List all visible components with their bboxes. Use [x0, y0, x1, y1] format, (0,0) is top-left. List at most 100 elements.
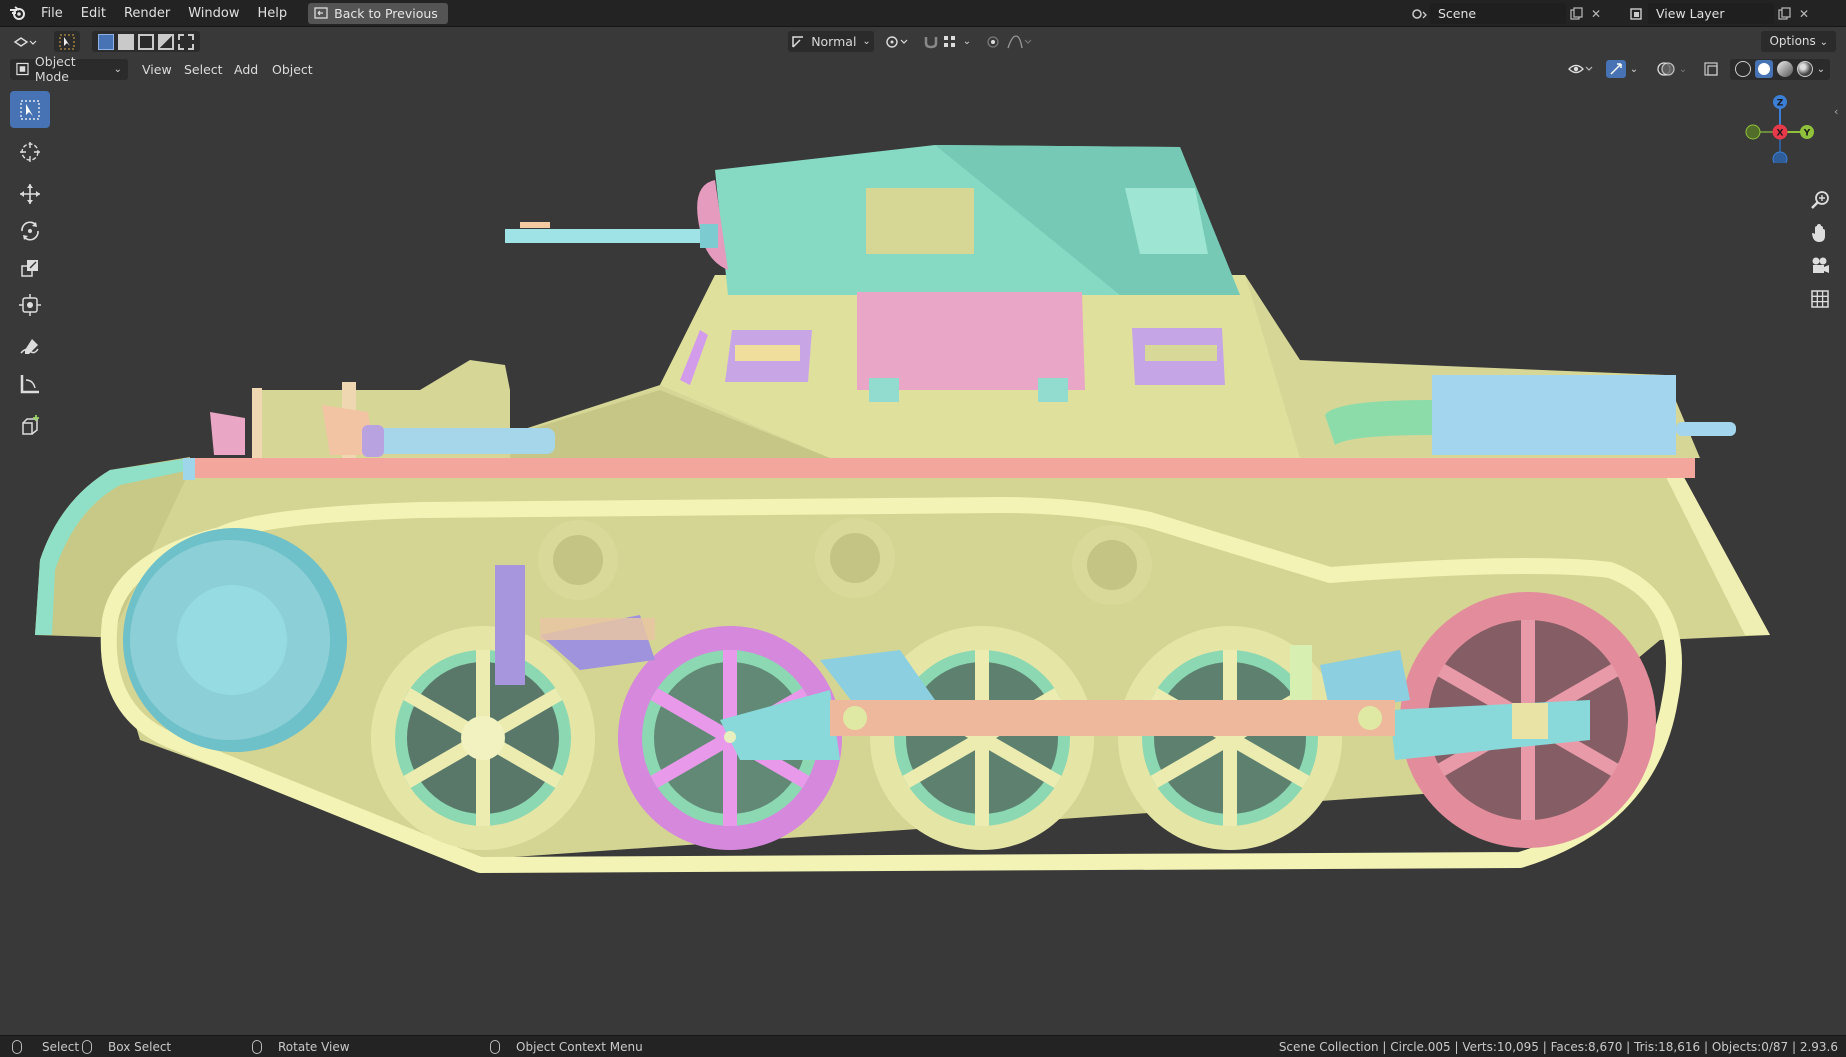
header-menu-view[interactable]: View [136, 59, 178, 80]
top-menu-bar: File Edit Render Window Help Back to Pre… [0, 0, 1846, 27]
header-menu-add[interactable]: Add [228, 59, 264, 80]
rotate-icon [21, 220, 39, 241]
view-layer-field[interactable]: View Layer [1648, 3, 1774, 24]
transform-icon [19, 293, 41, 316]
solid-shading-icon[interactable] [1754, 60, 1773, 78]
tool-rotate[interactable] [10, 212, 50, 249]
tool-add-cube[interactable] [10, 407, 50, 444]
overlays-toggle-group[interactable]: ⌄ [1652, 59, 1692, 80]
menu-file[interactable]: File [32, 0, 72, 27]
tool-move[interactable] [10, 175, 50, 212]
mouse-middle-icon [252, 1040, 262, 1054]
status-select: Select [12, 1036, 79, 1057]
status-box-select: Box Select [82, 1036, 171, 1057]
falloff-dropdown[interactable] [1004, 31, 1034, 52]
tool-select-box[interactable] [10, 91, 50, 128]
editor-type-icon [13, 36, 37, 47]
gizmo-x-label: X [1777, 129, 1784, 139]
proportional-edit-icon [987, 35, 999, 48]
pan-view-button[interactable] [1808, 221, 1832, 245]
overlays-icon[interactable] [1657, 61, 1675, 77]
mouse-drag-icon [82, 1040, 92, 1054]
select-mode-tweak-button[interactable] [54, 31, 80, 52]
mouse-left-icon [12, 1040, 22, 1054]
menu-edit[interactable]: Edit [72, 0, 115, 27]
scene-copy-icon[interactable] [1566, 3, 1586, 24]
back-to-previous-button[interactable]: Back to Previous [308, 2, 448, 24]
view-layer-copy-icon[interactable] [1774, 3, 1794, 24]
tool-transform[interactable] [10, 286, 50, 323]
scene-name-field[interactable]: Scene [1430, 3, 1566, 24]
grid-icon [1811, 290, 1829, 308]
status-select-label: Select [42, 1040, 80, 1054]
blender-logo-icon[interactable] [4, 0, 32, 27]
options-chevron-icon: ⌄ [1819, 37, 1828, 48]
wireframe-shading-icon[interactable] [1734, 61, 1751, 77]
3d-viewport[interactable]: Normal ⌄ ⌄ Options ⌄ Object Mode ⌄ View … [0, 27, 1846, 1035]
cursor-icon [20, 141, 40, 162]
shading-chevron-icon: ⌄ [1816, 63, 1826, 75]
gizmo-toggle-group[interactable]: ⌄ [1602, 59, 1642, 80]
invert-selection-icon[interactable] [158, 33, 174, 50]
chevron-down-icon: ⌄ [862, 36, 871, 47]
zoom-icon [1811, 191, 1829, 209]
header-menu-select[interactable]: Select [178, 59, 229, 80]
viewport-tool-header: Normal ⌄ ⌄ Options ⌄ [0, 27, 1846, 56]
tool-measure[interactable] [10, 365, 50, 402]
status-box-select-label: Box Select [108, 1040, 172, 1054]
transform-orientation-dropdown[interactable]: Normal ⌄ [788, 31, 874, 52]
gizmo-icon[interactable] [1605, 60, 1626, 78]
tool-annotate[interactable] [10, 328, 50, 365]
view-layer-selector: View Layer ✕ [1628, 3, 1814, 24]
rendered-shading-icon[interactable] [1796, 61, 1813, 77]
zoom-view-button[interactable] [1808, 188, 1832, 212]
camera-view-button[interactable] [1808, 254, 1832, 278]
visibility-dropdown[interactable] [1566, 59, 1596, 80]
proportional-edit-button[interactable] [982, 31, 1004, 52]
gizmo-y-label: Y [1803, 129, 1811, 139]
set-new-selection-icon[interactable] [98, 33, 114, 50]
intersect-selection-icon[interactable] [178, 33, 194, 50]
status-rotate-label: Rotate View [278, 1040, 350, 1054]
scale-icon [21, 259, 38, 277]
snap-increment-icon[interactable] [943, 35, 959, 49]
ortho-toggle-button[interactable] [1808, 287, 1832, 311]
editor-type-button[interactable] [8, 31, 42, 52]
move-icon [20, 183, 40, 204]
gizmo-z-label: Z [1777, 99, 1784, 109]
subtract-selection-icon[interactable] [138, 33, 154, 50]
scene-close-icon[interactable]: ✕ [1586, 3, 1606, 24]
view-layer-type-icon[interactable] [1628, 3, 1648, 24]
mode-label: Object Mode [34, 54, 76, 84]
extend-selection-icon[interactable] [118, 33, 134, 50]
shading-mode-group[interactable]: ⌄ [1730, 58, 1830, 80]
status-rotate-view: Rotate View [252, 1036, 350, 1057]
status-context-menu: Object Context Menu [490, 1036, 643, 1057]
tank-model[interactable] [0, 27, 1846, 1035]
gizmo-chevron-icon: ⌄ [1629, 63, 1639, 75]
selection-mode-group[interactable] [92, 31, 200, 52]
tool-scale[interactable] [10, 249, 50, 286]
snap-magnet-icon[interactable] [923, 35, 939, 49]
view-layer-close-icon[interactable]: ✕ [1794, 3, 1814, 24]
options-label: Options [1769, 34, 1816, 48]
menu-window[interactable]: Window [179, 0, 248, 27]
material-preview-icon[interactable] [1776, 61, 1793, 77]
tool-cursor[interactable] [10, 133, 50, 170]
mouse-right-icon [490, 1040, 500, 1054]
overlays-chevron-icon: ⌄ [1678, 63, 1688, 75]
pivot-point-dropdown[interactable] [880, 31, 914, 52]
camera-icon [1812, 257, 1829, 273]
hand-icon [1812, 224, 1825, 242]
status-context-label: Object Context Menu [516, 1040, 643, 1054]
object-mode-dropdown[interactable]: Object Mode ⌄ [10, 54, 128, 84]
header-menu-object[interactable]: Object [266, 59, 319, 80]
options-dropdown[interactable]: Options ⌄ [1761, 31, 1836, 52]
sidebar-toggle-icon[interactable]: ‹ [1834, 105, 1838, 118]
menu-render[interactable]: Render [115, 0, 179, 27]
xray-toggle-button[interactable] [1700, 59, 1722, 80]
scene-type-icon[interactable] [1410, 3, 1430, 24]
navigation-gizmo[interactable]: Z Y X [1745, 93, 1815, 163]
menu-help[interactable]: Help [249, 0, 297, 27]
snapping-group[interactable]: ⌄ [918, 31, 976, 52]
